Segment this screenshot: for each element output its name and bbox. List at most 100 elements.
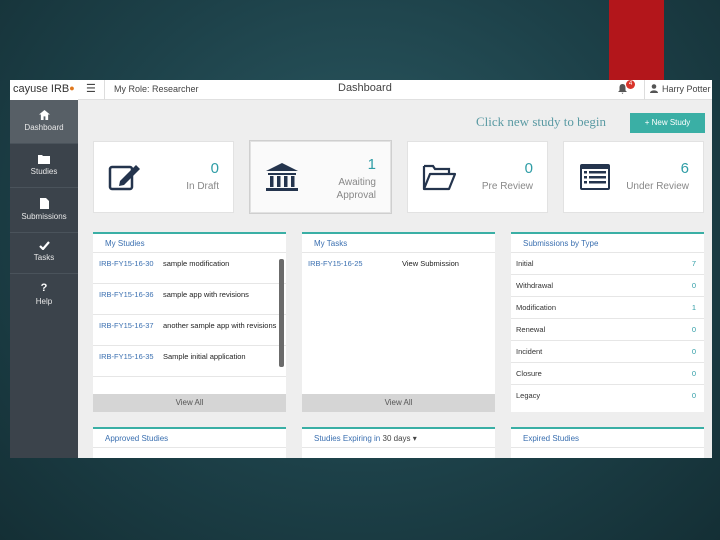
study-id-link[interactable]: IRB-FY15-16-36 <box>99 289 154 300</box>
sidebar-item-dashboard[interactable]: Dashboard <box>10 100 78 144</box>
stat-label: Pre Review <box>481 181 533 192</box>
study-title: sample app with revisions <box>163 290 249 299</box>
study-id-link[interactable]: IRB-FY15-16-35 <box>99 351 154 362</box>
stat-label: In Draft <box>186 181 219 192</box>
role-selector[interactable]: My Role: Researcher <box>114 84 199 94</box>
list-item[interactable]: Initial 7 <box>511 253 704 275</box>
divider <box>104 80 105 100</box>
stat-card-in-draft[interactable]: 0 In Draft <box>93 141 234 213</box>
submission-type: Modification <box>516 303 557 312</box>
sidebar-item-submissions[interactable]: Submissions <box>10 188 78 233</box>
notification-badge: 4 <box>626 80 635 89</box>
stat-label: Under Review <box>626 181 689 192</box>
dropdown-value: 30 days <box>382 434 411 443</box>
submission-count: 0 <box>691 391 696 400</box>
study-id-link[interactable]: IRB-FY15-16-30 <box>99 258 154 269</box>
list-item[interactable]: Renewal 0 <box>511 319 704 341</box>
logo-text: cayuse IRB <box>13 83 70 95</box>
panel-title: My Tasks <box>302 234 495 253</box>
submission-count: 0 <box>691 347 696 356</box>
list-item[interactable]: Closure 0 <box>511 363 704 385</box>
submissions-by-type-panel: Submissions by Type Initial 7 Withdrawal 0… <box>511 232 704 412</box>
stat-count: 1 <box>367 156 376 173</box>
decorative-red-bar <box>609 0 664 80</box>
table-row[interactable]: IRB-FY15-16-30 sample modification <box>93 253 286 284</box>
study-title: Sample initial application <box>163 352 246 361</box>
my-tasks-panel: My Tasks IRB-FY15-16-25 View Submission … <box>302 232 495 412</box>
table-row[interactable]: IRB-FY15-16-37 another sample app with r… <box>93 315 286 346</box>
submission-count: 0 <box>691 369 696 378</box>
stat-card-pre-review[interactable]: 0 Pre Review <box>407 141 548 213</box>
submission-type: Withdrawal <box>516 281 554 290</box>
view-all-studies-button[interactable]: View All <box>93 394 286 412</box>
stat-card-under-review[interactable]: 6 Under Review <box>563 141 704 213</box>
open-folder-icon <box>422 164 456 191</box>
sidebar-item-label: Studies <box>30 167 58 176</box>
sidebar-item-label: Submissions <box>21 212 67 221</box>
sidebar: cayuse IRB● Dashboard Studies Submission… <box>10 80 78 458</box>
menu-icon[interactable]: ☰ <box>86 82 96 95</box>
user-icon <box>650 84 658 93</box>
list-item[interactable]: Incident 0 <box>511 341 704 363</box>
submission-type: Renewal <box>516 325 546 334</box>
sidebar-item-studies[interactable]: Studies <box>10 144 78 188</box>
stat-count: 0 <box>210 160 219 177</box>
institution-icon <box>266 163 298 191</box>
panel-title: Expired Studies <box>511 429 704 448</box>
file-icon <box>39 198 49 209</box>
submission-count: 0 <box>691 325 696 334</box>
expired-studies-panel: Expired Studies <box>511 427 704 458</box>
submission-type: Incident <box>516 347 543 356</box>
stat-label: Awaiting Approval <box>336 177 376 201</box>
panel-title-text: Studies Expiring in <box>314 434 381 443</box>
study-title: another sample app with revisions <box>163 321 277 330</box>
page-title: Dashboard <box>338 82 392 94</box>
sidebar-item-tasks[interactable]: Tasks <box>10 233 78 274</box>
expiring-studies-panel: Studies Expiring in 30 days ▾ <box>302 427 495 458</box>
sidebar-item-help[interactable]: ? Help <box>10 274 78 318</box>
question-icon: ? <box>40 282 48 294</box>
list-icon <box>580 164 610 190</box>
panel-title: Submissions by Type <box>511 234 704 253</box>
submission-count: 1 <box>691 303 696 312</box>
study-id-link[interactable]: IRB-FY15-16-37 <box>99 320 154 331</box>
app-window: cayuse IRB● Dashboard Studies Submission… <box>10 80 712 458</box>
caret-down-icon: ▾ <box>412 434 417 443</box>
list-item[interactable]: Withdrawal 0 <box>511 275 704 297</box>
expiring-days-dropdown[interactable]: 30 days ▾ <box>383 434 417 443</box>
submission-type: Closure <box>516 369 542 378</box>
home-icon <box>38 110 50 120</box>
panel-title: Approved Studies <box>93 429 286 448</box>
new-study-button[interactable]: + New Study <box>630 113 705 133</box>
list-item[interactable]: Legacy 0 <box>511 385 704 407</box>
table-row[interactable]: IRB-FY15-16-35 Sample initial applicatio… <box>93 346 286 377</box>
app-logo[interactable]: cayuse IRB● <box>10 80 78 100</box>
submission-count: 0 <box>691 281 696 290</box>
user-menu[interactable]: Harry Potter <box>662 84 711 94</box>
task-title: View Submission <box>402 259 459 268</box>
panel-title: My Studies <box>93 234 286 253</box>
pencil-icon <box>108 165 140 191</box>
approved-studies-panel: Approved Studies <box>93 427 286 458</box>
divider <box>644 80 645 100</box>
top-bar: ☰ My Role: Researcher Dashboard 4 Harry … <box>78 80 712 100</box>
table-row[interactable]: IRB-FY15-16-25 View Submission <box>302 253 495 275</box>
stat-card-awaiting-approval[interactable]: 1 Awaiting Approval <box>250 141 391 213</box>
submission-type: Legacy <box>516 391 541 400</box>
list-item[interactable]: Modification 1 <box>511 297 704 319</box>
stat-count: 0 <box>524 160 533 177</box>
my-studies-panel: My Studies IRB-FY15-16-30 sample modific… <box>93 232 286 412</box>
task-id-link[interactable]: IRB-FY15-16-25 <box>308 259 363 268</box>
study-title: sample modification <box>163 259 230 268</box>
new-study-hint: Click new study to begin <box>476 114 606 129</box>
submission-type: Initial <box>516 259 534 268</box>
check-icon <box>38 241 50 250</box>
view-all-tasks-button[interactable]: View All <box>302 394 495 412</box>
panel-title: Studies Expiring in 30 days ▾ <box>302 429 495 448</box>
table-row[interactable]: IRB-FY15-16-36 sample app with revisions <box>93 284 286 315</box>
scrollbar[interactable] <box>279 259 284 367</box>
sidebar-item-label: Help <box>35 297 53 306</box>
folder-icon <box>38 155 50 164</box>
submission-count: 7 <box>691 259 696 268</box>
logo-mark: ● <box>69 83 75 93</box>
